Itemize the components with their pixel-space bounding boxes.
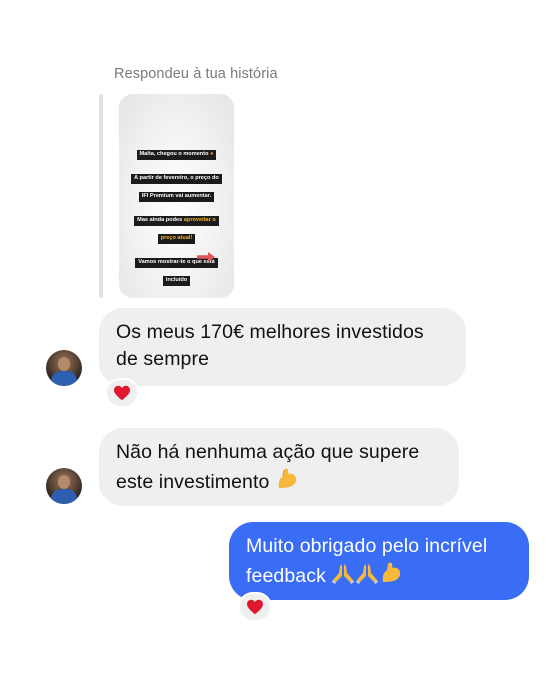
heart-icon — [247, 599, 263, 615]
story-text: Malta, chegou o momento ● A partir de fe… — [119, 142, 234, 292]
praying-hands-icon — [355, 561, 379, 585]
message-bubble-outgoing[interactable]: Muito obrigado pelo incrível feedback — [229, 522, 529, 600]
message-bubble[interactable]: Não há nenhuma ação que supere este inves… — [99, 428, 459, 506]
reply-quote-bar — [99, 94, 103, 298]
story-line: Mas ainda podes aproveitar o — [134, 215, 219, 226]
story-line: Malta, chegou o momento ● — [136, 149, 217, 160]
message-text: de sempre — [116, 348, 210, 370]
story-line: A partir de fevereiro, o preço do — [131, 173, 222, 184]
heart-icon — [114, 385, 130, 401]
arrow-right-icon — [197, 252, 215, 262]
message-text: Muito obrigado pelo incrível — [246, 535, 488, 557]
story-line: incluído — [162, 275, 191, 286]
story-line: IFI Premium vai aumentar. — [138, 191, 215, 202]
flexed-biceps-icon — [275, 466, 299, 490]
message-text: feedback — [246, 565, 326, 587]
story-thumbnail[interactable]: Malta, chegou o momento ● A partir de fe… — [119, 94, 234, 298]
avatar[interactable] — [46, 350, 82, 386]
message-bubble[interactable]: Os meus 170€ melhores investidos de sempr… — [99, 308, 466, 386]
flexed-biceps-icon — [379, 560, 403, 584]
reaction-badge[interactable] — [105, 378, 139, 408]
story-line: preço atual! — [157, 233, 196, 244]
avatar[interactable] — [46, 468, 82, 504]
message-text: este investimento — [116, 471, 270, 493]
praying-hands-icon — [331, 561, 355, 585]
reaction-badge[interactable] — [238, 592, 272, 622]
message-text: Os meus 170€ melhores investidos — [116, 321, 424, 343]
message-text: Não há nenhuma ação que supere — [116, 441, 420, 463]
story-reply-label: Respondeu à tua história — [114, 66, 278, 82]
